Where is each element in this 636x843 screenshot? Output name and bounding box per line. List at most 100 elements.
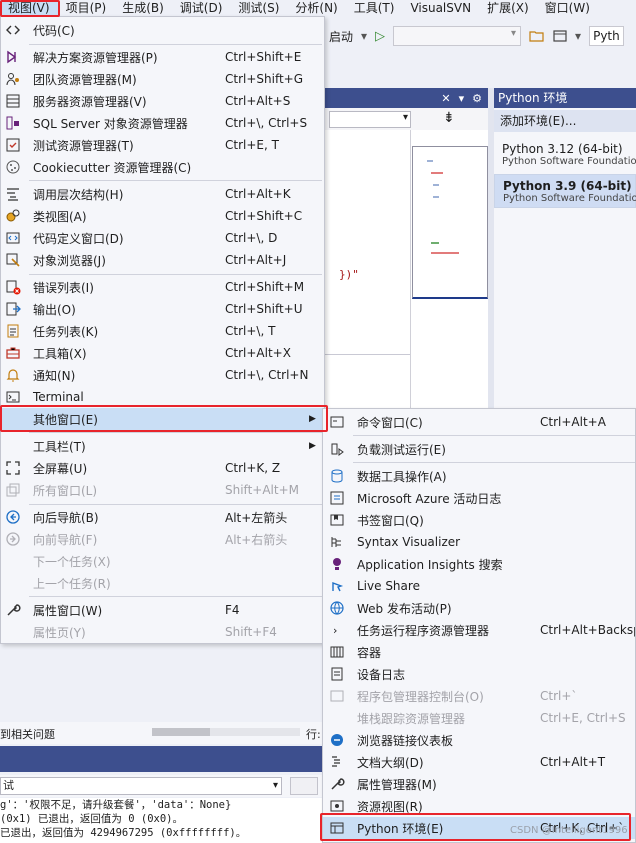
menu-item-label: 输出(O)	[33, 302, 76, 317]
submenu-item-document-outline[interactable]: 文档大纲(D) Ctrl+Alt+T	[323, 751, 635, 773]
submenu-item-data-tools[interactable]: 数据工具操作(A)	[323, 465, 635, 487]
menu-item-code-definition[interactable]: 代码定义窗口(D) Ctrl+\, D	[1, 227, 324, 249]
submenu-item-web-publish[interactable]: Web 发布活动(P)	[323, 597, 635, 619]
target-combo[interactable]	[393, 26, 522, 46]
window-icon[interactable]	[553, 29, 567, 43]
menu-item-error-list[interactable]: 错误列表(I) Ctrl+Shift+M	[1, 276, 324, 298]
clear-output-button[interactable]	[290, 777, 318, 795]
submenu-item-shortcut: Ctrl+Alt+Backsp	[540, 623, 636, 637]
menu-item-shortcut: Ctrl+\, D	[225, 231, 278, 245]
submenu-item-label: 命令窗口(C)	[357, 415, 423, 430]
submenu-item-property-manager[interactable]: 属性管理器(M)	[323, 773, 635, 795]
browser-link-icon	[329, 732, 345, 748]
minimap-viewport[interactable]	[412, 146, 488, 299]
run-icon[interactable]: ▷	[375, 29, 385, 44]
menu-visualsvn[interactable]: VisualSVN	[402, 0, 479, 16]
menu-item-label: 属性页(Y)	[33, 625, 86, 640]
output-source-dropdown[interactable]: 试	[0, 777, 282, 795]
submenu-item-app-insights[interactable]: Application Insights 搜索	[323, 553, 635, 575]
horizontal-scrollbar-thumb[interactable]	[152, 728, 210, 736]
menu-item-sql-server[interactable]: SQL Server 对象资源管理器 Ctrl+\, Ctrl+S	[1, 112, 324, 134]
close-icon[interactable]: ✕	[441, 92, 450, 105]
env-item-selected[interactable]: Python 3.9 (64-bit) Python Software Foun…	[494, 174, 636, 208]
menu-item-label: 向后导航(B)	[33, 510, 99, 525]
menu-item-output[interactable]: 输出(O) Ctrl+Shift+U	[1, 298, 324, 320]
add-environment-link[interactable]: 添加环境(E)...	[494, 110, 636, 132]
menu-item-navigate-back[interactable]: 向后导航(B) Alt+左箭头	[1, 506, 324, 528]
menu-debug[interactable]: 调试(D)	[172, 0, 231, 16]
submenu-item-azure-log[interactable]: Microsoft Azure 活动日志	[323, 487, 635, 509]
menu-item-label: Terminal	[33, 390, 84, 404]
folder-icon[interactable]	[529, 29, 545, 43]
menu-item-shortcut: Ctrl+\, Ctrl+S	[225, 116, 308, 130]
submenu-item-containers[interactable]: 容器	[323, 641, 635, 663]
editor-tab-header: ✕ ▾ ⚙	[325, 88, 488, 108]
menu-item-object-browser[interactable]: 对象浏览器(J) Ctrl+Alt+J	[1, 249, 324, 271]
load-test-icon	[329, 441, 345, 457]
menu-item-all-windows: 所有窗口(L) Shift+Alt+M	[1, 479, 324, 501]
menu-item-team-explorer[interactable]: 团队资源管理器(M) Ctrl+Shift+G	[1, 68, 324, 90]
submenu-item-browser-link[interactable]: 浏览器链接仪表板	[323, 729, 635, 751]
chevron-down-icon[interactable]: ▾	[361, 29, 367, 43]
menu-item-properties-window[interactable]: 属性窗口(W) F4	[1, 599, 324, 621]
menu-item-solution-explorer[interactable]: 解决方案资源管理器(P) Ctrl+Shift+E	[1, 46, 324, 68]
submenu-item-command-window[interactable]: 命令窗口(C) Ctrl+Alt+A	[323, 411, 635, 433]
menu-project[interactable]: 项目(P)	[58, 0, 115, 16]
submenu-item-label: Python 环境(E)	[357, 821, 444, 836]
submenu-item-resource-view[interactable]: 资源视图(R)	[323, 795, 635, 817]
menu-tools[interactable]: 工具(T)	[346, 0, 403, 16]
syntax-visualizer-icon	[329, 534, 345, 550]
menu-build[interactable]: 生成(B)	[114, 0, 172, 16]
menu-item-toolbox[interactable]: 工具箱(X) Ctrl+Alt+X	[1, 342, 324, 364]
submenu-item-task-runner[interactable]: › 任务运行程序资源管理器 Ctrl+Alt+Backsp	[323, 619, 635, 641]
menu-item-terminal[interactable]: Terminal	[1, 386, 324, 408]
chevron-down-icon[interactable]: ▾	[575, 29, 581, 43]
submenu-item-syntax-visualizer[interactable]: Syntax Visualizer	[323, 531, 635, 553]
menu-item-test-explorer[interactable]: 测试资源管理器(T) Ctrl+E, T	[1, 134, 324, 156]
menu-item-cookiecutter[interactable]: Cookiecutter 资源管理器(C)	[1, 156, 324, 178]
menu-item-label: 上一个任务(R)	[33, 576, 111, 591]
menu-item-shortcut: Alt+右箭头	[225, 532, 288, 547]
menu-item-task-list[interactable]: 任务列表(K) Ctrl+\, T	[1, 320, 324, 342]
menu-item-shortcut: Ctrl+Shift+U	[225, 302, 303, 316]
menu-item-server-explorer[interactable]: 服务器资源管理器(V) Ctrl+Alt+S	[1, 90, 324, 112]
chevron-right-icon: ▶	[309, 441, 316, 451]
menu-window[interactable]: 窗口(W)	[537, 0, 598, 16]
output-source-bar: 试	[0, 775, 322, 797]
code-editor[interactable]: })"	[325, 130, 410, 408]
menu-item-label: 任务列表(K)	[33, 324, 99, 339]
menu-view[interactable]: 视图(V)	[0, 0, 58, 16]
cookiecutter-icon	[5, 159, 21, 175]
navigate-back-icon	[5, 509, 21, 525]
member-dropdown[interactable]	[329, 111, 411, 128]
menu-item-toolbars[interactable]: 工具栏(T) ▶	[1, 435, 324, 457]
menu-extensions[interactable]: 扩展(X)	[479, 0, 537, 16]
menu-item-other-windows[interactable]: 其他窗口(E) ▶	[1, 408, 324, 430]
menu-item-shortcut: Ctrl+Shift+C	[225, 209, 303, 223]
submenu-item-bookmarks[interactable]: 书签窗口(Q)	[323, 509, 635, 531]
submenu-item-live-share[interactable]: Live Share	[323, 575, 635, 597]
menu-test[interactable]: 测试(S)	[230, 0, 287, 16]
menu-analyze[interactable]: 分析(N)	[287, 0, 345, 16]
env-name: Python 3.9 (64-bit)	[503, 179, 632, 193]
submenu-item-load-test[interactable]: 负载测试运行(E)	[323, 438, 635, 460]
start-label[interactable]: 启动	[329, 28, 353, 45]
submenu-item-device-log[interactable]: 设备日志	[323, 663, 635, 685]
web-publish-icon	[329, 600, 345, 616]
menu-item-class-view[interactable]: 类视图(A) Ctrl+Shift+C	[1, 205, 324, 227]
menu-item-call-hierarchy[interactable]: 调用层次结构(H) Ctrl+Alt+K	[1, 183, 324, 205]
horizontal-scrollbar-track[interactable]	[210, 728, 300, 736]
menu-item-label: 服务器资源管理器(V)	[33, 94, 147, 109]
python-select[interactable]: Pyth	[589, 26, 624, 46]
chevron-down-icon[interactable]: ▾	[459, 92, 465, 105]
gear-icon[interactable]: ⚙	[472, 92, 482, 105]
menu-item-fullscreen[interactable]: 全屏幕(U) Ctrl+K, Z	[1, 457, 324, 479]
output-panel-header	[0, 746, 322, 772]
editor-navbar: ⇟	[325, 108, 488, 130]
menu-item-code[interactable]: 代码(C)	[1, 19, 324, 41]
sql-server-icon	[5, 115, 21, 131]
minimap[interactable]	[410, 130, 488, 408]
env-item[interactable]: Python 3.12 (64-bit) Python Software Fou…	[494, 138, 636, 172]
split-icon[interactable]: ⇟	[443, 110, 455, 126]
menu-item-notifications[interactable]: 通知(N) Ctrl+\, Ctrl+N	[1, 364, 324, 386]
